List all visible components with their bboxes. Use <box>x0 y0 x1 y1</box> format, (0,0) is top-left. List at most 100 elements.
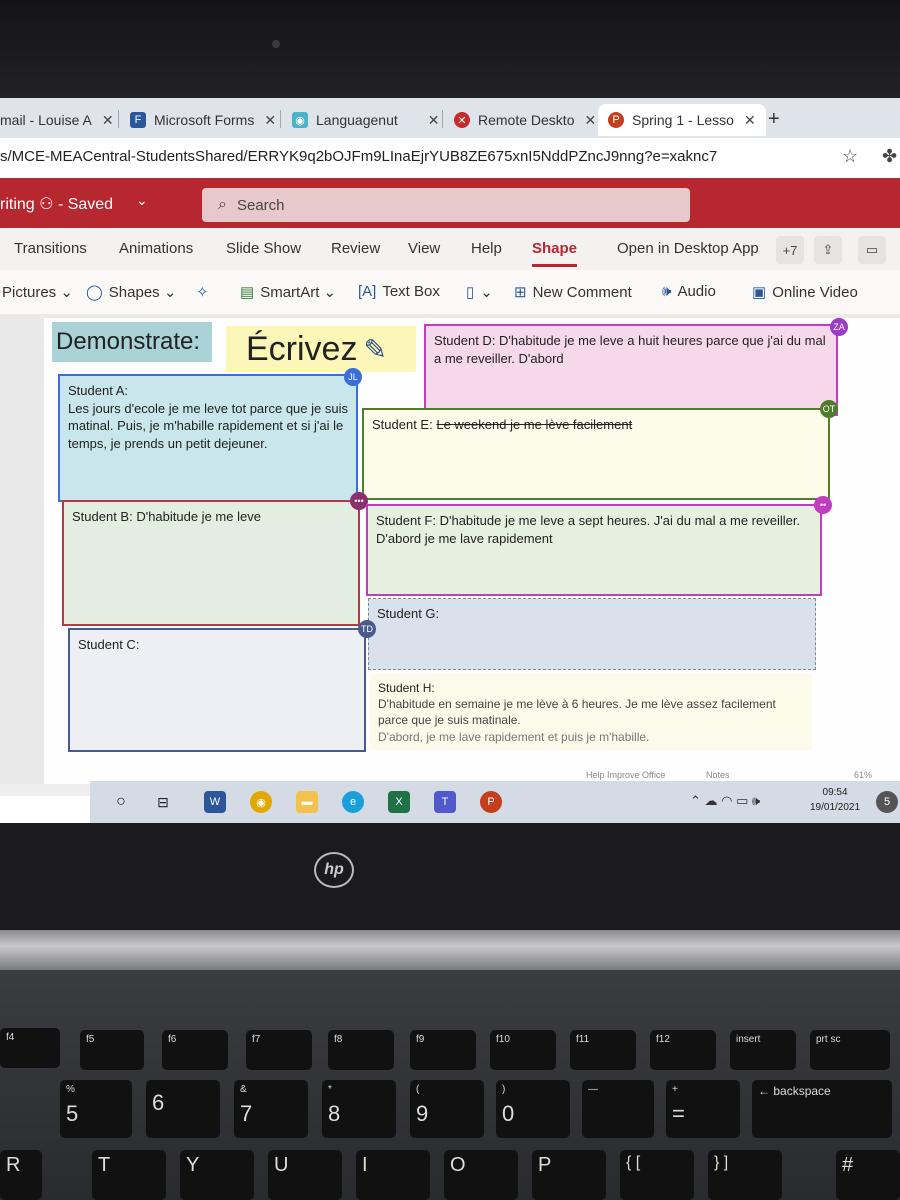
excel-icon[interactable]: X <box>388 791 410 813</box>
tab-microsoft-forms[interactable]: F Microsoft Forms ✕ <box>130 104 276 136</box>
close-icon[interactable]: ✕ <box>584 112 596 129</box>
chrome-icon[interactable]: ◉ <box>250 791 272 813</box>
key-y[interactable]: Y <box>180 1150 254 1200</box>
key-r[interactable]: R <box>0 1150 42 1200</box>
key-f5[interactable]: f5 <box>80 1030 144 1070</box>
key-f8[interactable]: f8 <box>328 1030 394 1070</box>
student-g-box[interactable]: Student G: <box>368 598 816 670</box>
system-tray[interactable]: ⌃ ☁ ◠ ▭ 🕪 <box>690 793 760 809</box>
student-b-text: Student B: D'habitude je me leve <box>72 509 261 524</box>
text-box-button[interactable]: [A] Text Box <box>358 283 440 300</box>
student-h-box[interactable]: Student H: D'habitude en semaine je me l… <box>370 674 812 750</box>
clock[interactable]: 09:54 19/01/2021 <box>810 785 860 815</box>
close-icon[interactable]: ✕ <box>744 112 756 129</box>
key-left-bracket[interactable]: { [ <box>620 1150 694 1200</box>
notes-button[interactable]: Notes <box>706 770 730 780</box>
header-footer-button[interactable]: ▯ ⌄ <box>466 283 493 301</box>
key-u[interactable]: U <box>268 1150 342 1200</box>
shapes-button[interactable]: ◯ Shapes ⌄ <box>86 283 176 302</box>
smartart-button[interactable]: ▤ SmartArt ⌄ <box>240 283 336 302</box>
slide-canvas: Demonstrate: Écrivez ✎ Student A: Les jou… <box>0 314 900 784</box>
key-insert[interactable]: insert <box>730 1030 796 1070</box>
key-8[interactable]: * 8 <box>322 1080 396 1138</box>
student-b-box[interactable]: Student B: D'habitude je me leve <box>62 500 360 626</box>
close-icon[interactable]: ✕ <box>102 112 114 129</box>
text-box-icon: [A] <box>358 283 377 300</box>
key-f6[interactable]: f6 <box>162 1030 228 1070</box>
teams-icon[interactable]: T <box>434 791 456 813</box>
key-5[interactable]: % 5 <box>60 1080 132 1138</box>
student-d-box[interactable]: Student D: D'habitude je me leve a huit … <box>424 324 838 416</box>
word-icon[interactable]: W <box>204 791 226 813</box>
audio-button[interactable]: 🕪 Audio <box>662 283 716 300</box>
search-box[interactable]: ⌕ Search <box>202 188 690 222</box>
key-6[interactable]: 6 <box>146 1080 220 1138</box>
key-right-bracket[interactable]: } ] <box>708 1150 782 1200</box>
tab-remote-desktop[interactable]: ✕ Remote Deskto ✕ <box>454 104 596 136</box>
shapes-icon: ◯ <box>86 284 103 301</box>
key-f12[interactable]: f12 <box>650 1030 716 1070</box>
tab-shape[interactable]: Shape <box>532 240 578 267</box>
powerpoint-icon[interactable]: P <box>480 791 502 813</box>
chevron-down-icon[interactable]: ⌄ <box>136 192 148 209</box>
tab-view[interactable]: View <box>408 240 440 257</box>
document-title[interactable]: riting ⚇ - Saved <box>0 194 113 214</box>
key-p[interactable]: P <box>532 1150 606 1200</box>
key-f4[interactable]: f4 <box>0 1028 60 1068</box>
key-f11[interactable]: f11 <box>570 1030 636 1070</box>
student-f-box[interactable]: Student F: D'habitude je me leve a sept … <box>366 504 822 596</box>
key-minus[interactable]: — <box>582 1080 654 1138</box>
close-icon[interactable]: ✕ <box>264 112 276 129</box>
tab-label: Microsoft Forms <box>154 112 255 128</box>
tab-slide-show[interactable]: Slide Show <box>226 240 301 257</box>
tab-spring-lesson[interactable]: P Spring 1 - Lesso ✕ <box>598 104 766 136</box>
new-tab-button[interactable]: + <box>768 108 780 131</box>
key-hash[interactable]: # <box>836 1150 900 1200</box>
key-0[interactable]: ) 0 <box>496 1080 570 1138</box>
key-9[interactable]: (9 <box>410 1080 484 1138</box>
clock-date: 19/01/2021 <box>810 802 861 813</box>
key-f9[interactable]: f9 <box>410 1030 476 1070</box>
tab-animations[interactable]: Animations <box>119 240 193 257</box>
start-circle-icon[interactable]: ○ <box>110 791 132 813</box>
student-c-box[interactable]: Student C: <box>68 628 366 752</box>
extensions-icon[interactable]: ✤ <box>882 146 897 167</box>
key-label: = <box>672 1101 685 1126</box>
tab-transitions[interactable]: Transitions <box>14 240 87 257</box>
file-explorer-icon[interactable]: ▬ <box>296 791 318 813</box>
comments-icon[interactable]: ▭ <box>858 236 886 264</box>
open-desktop-app-button[interactable]: Open in Desktop App <box>617 240 759 257</box>
tab-review[interactable]: Review <box>331 240 380 257</box>
edge-icon[interactable]: e <box>342 791 364 813</box>
key-label: prt sc <box>816 1034 841 1045</box>
tab-mail[interactable]: mail - Louise A ✕ <box>0 104 114 136</box>
key-f7[interactable]: f7 <box>246 1030 312 1070</box>
pictures-button[interactable]: Pictures ⌄ <box>2 283 73 302</box>
tab-help[interactable]: Help <box>471 240 502 257</box>
icons-button[interactable]: ✧ <box>196 283 215 301</box>
online-video-button[interactable]: ▣ Online Video <box>752 283 858 302</box>
close-icon[interactable]: ✕ <box>428 112 440 129</box>
zoom-level[interactable]: 61% <box>854 770 872 780</box>
address-bar[interactable]: s/MCE-MEACentral-StudentsShared/ERRYK9q2… <box>0 138 900 179</box>
key-7[interactable]: & 7 <box>234 1080 308 1138</box>
collaborators-count[interactable]: +7 <box>776 236 804 264</box>
more-icon[interactable]: •• <box>814 496 832 514</box>
key-equals[interactable]: + = <box>666 1080 740 1138</box>
bookmark-star-icon[interactable]: ☆ <box>842 146 858 167</box>
tab-languagenut[interactable]: ◉ Languagenut ✕ <box>292 104 440 136</box>
key-t[interactable]: T <box>92 1150 166 1200</box>
help-improve-office[interactable]: Help Improve Office <box>586 770 665 780</box>
student-e-box[interactable]: Student E: Le weekend je me lève facilem… <box>362 408 830 500</box>
key-f10[interactable]: f10 <box>490 1030 556 1070</box>
new-comment-button[interactable]: ⊞ New Comment <box>514 283 632 302</box>
key-o[interactable]: O <box>444 1150 518 1200</box>
url-text[interactable]: s/MCE-MEACentral-StudentsShared/ERRYK9q2… <box>0 148 717 165</box>
notification-badge[interactable]: 5 <box>876 791 898 813</box>
key-backspace[interactable]: ← backspace <box>752 1080 892 1138</box>
task-view-icon[interactable]: ⊟ <box>152 791 174 813</box>
share-icon[interactable]: ⇪ <box>814 236 842 264</box>
key-print-screen[interactable]: prt sc <box>810 1030 890 1070</box>
student-a-box[interactable]: Student A: Les jours d'ecole je me leve … <box>58 374 358 502</box>
key-i[interactable]: I <box>356 1150 430 1200</box>
